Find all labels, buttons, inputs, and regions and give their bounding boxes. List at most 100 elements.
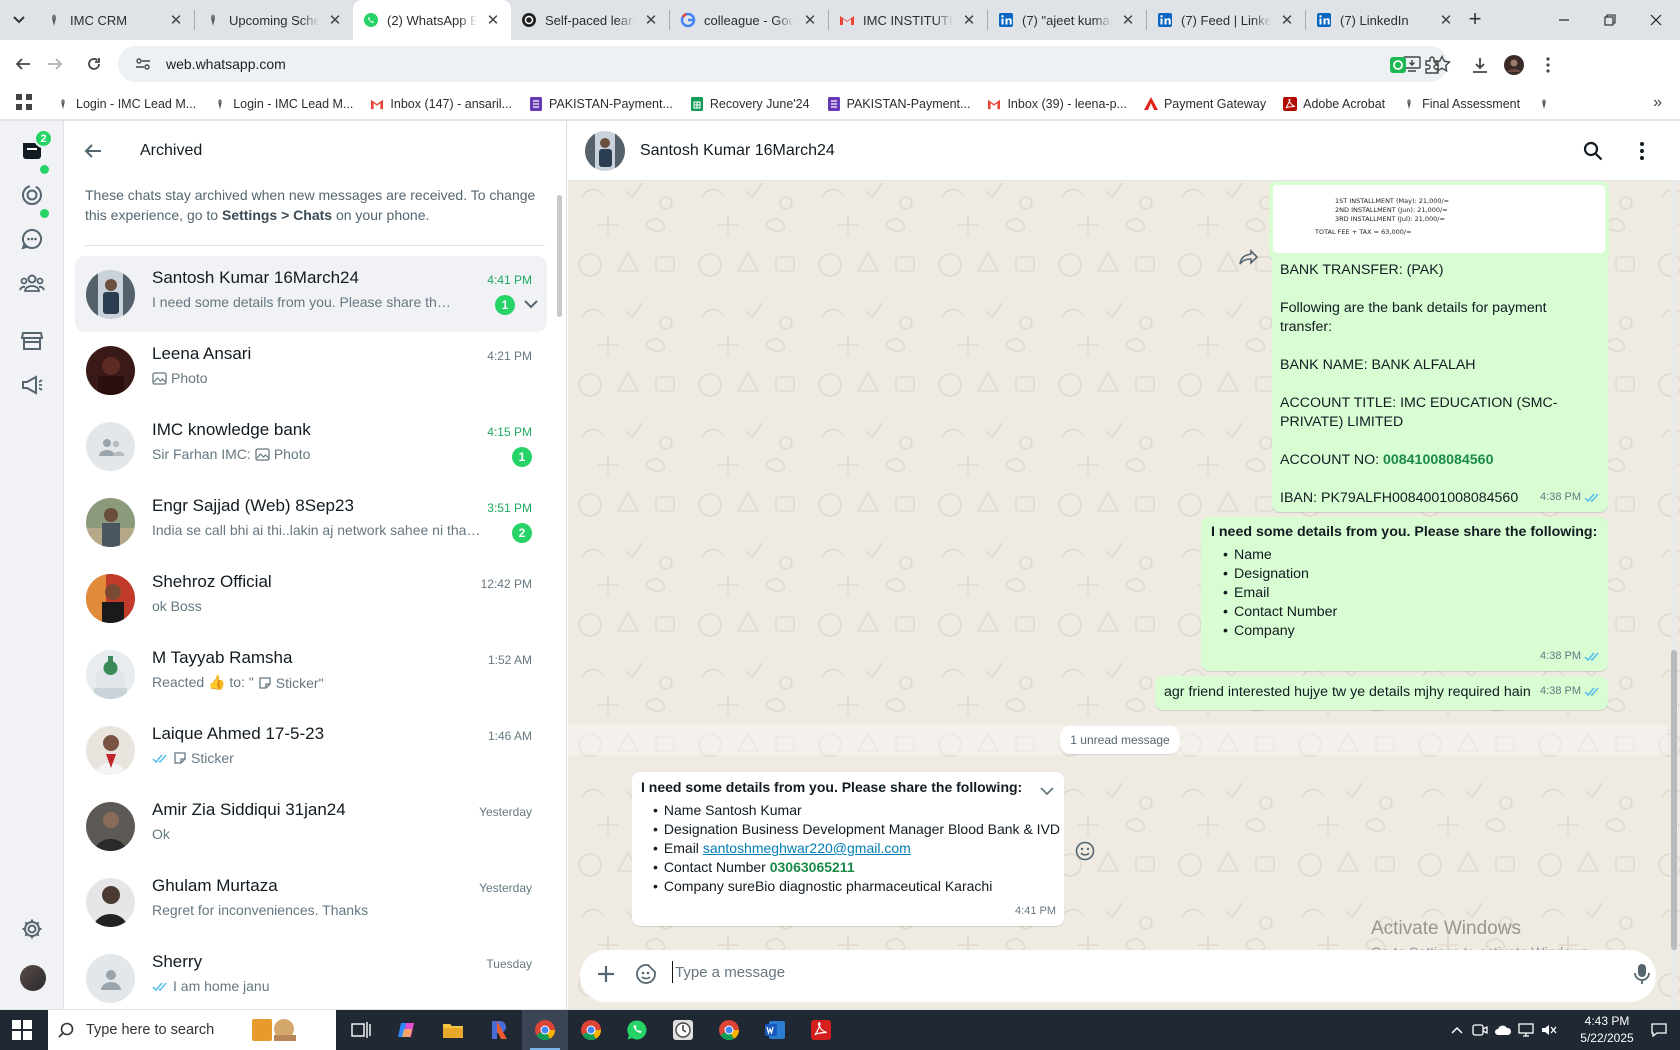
- back-arrow-icon[interactable]: [84, 143, 114, 159]
- close-tab-icon[interactable]: ✕: [643, 11, 659, 29]
- attach-plus-icon[interactable]: [594, 962, 618, 986]
- tray-overflow-icon[interactable]: [1448, 1021, 1466, 1039]
- chat-list-scrollbar[interactable]: [557, 195, 562, 317]
- bookmark-item[interactable]: Inbox (147) - ansaril...: [370, 97, 512, 111]
- microphone-icon[interactable]: [1630, 962, 1654, 986]
- email-link[interactable]: santoshmeghwar220@gmail.com: [703, 840, 911, 856]
- downloads-icon[interactable]: [1468, 53, 1492, 77]
- chevron-down-icon[interactable]: [524, 296, 542, 312]
- browser-menu-icon[interactable]: [1536, 53, 1560, 77]
- account-number[interactable]: 00841008084560: [1383, 452, 1493, 468]
- bookmark-item[interactable]: PAKISTAN-Payment...: [827, 96, 970, 111]
- contact-avatar[interactable]: [585, 130, 625, 171]
- react-emoji-button[interactable]: [1072, 838, 1098, 864]
- bookmark-item[interactable]: Final Assessment: [1402, 97, 1520, 111]
- close-tab-icon[interactable]: ✕: [961, 11, 977, 29]
- incoming-details-message[interactable]: I need some details from you. Please sha…: [632, 772, 1064, 926]
- forward-button[interactable]: [40, 50, 70, 78]
- volume-muted-icon[interactable]: [1540, 1021, 1558, 1039]
- sticker-emoji-icon[interactable]: [634, 962, 658, 986]
- chrome-taskbar-app-active[interactable]: [522, 1010, 568, 1050]
- bookmark-item[interactable]: Login - IMC Lead M...: [213, 97, 353, 111]
- clock-taskbar-app[interactable]: [660, 1010, 706, 1050]
- whatsapp-taskbar-app[interactable]: [614, 1010, 660, 1050]
- chrome-taskbar-app[interactable]: [568, 1010, 614, 1050]
- notifications-icon[interactable]: [1650, 1021, 1668, 1039]
- bookmark-item[interactable]: Login - IMC Lead M...: [56, 97, 196, 111]
- close-tab-icon[interactable]: ✕: [485, 11, 501, 29]
- bookmark-item[interactable]: Payment Gateway: [1143, 97, 1266, 111]
- tab-search-button[interactable]: [6, 8, 32, 32]
- copilot-taskbar-app[interactable]: [384, 1010, 430, 1050]
- apps-grid-icon[interactable]: [16, 94, 38, 113]
- bookmark-item[interactable]: Adobe Acrobat: [1283, 96, 1385, 111]
- browser-tab[interactable]: (7) Feed | LinkedIn ✕: [1147, 0, 1305, 40]
- close-tab-icon[interactable]: ✕: [1120, 11, 1136, 29]
- taskbar-clock[interactable]: 4:43 PM 5/22/2025: [1568, 1013, 1646, 1047]
- bank-details-message[interactable]: BANK TRANSFER: (PAK) Following are the b…: [1272, 257, 1608, 512]
- browser-tab[interactable]: (7) LinkedIn ✕: [1306, 0, 1464, 40]
- close-window-button[interactable]: [1630, 0, 1680, 40]
- bookmarks-overflow-icon[interactable]: »: [1653, 94, 1662, 112]
- browser-tab[interactable]: (7) "ajeet kumar" ✕: [988, 0, 1146, 40]
- meet-now-icon[interactable]: [1471, 1021, 1489, 1039]
- chat-list-item[interactable]: Laique Ahmed 17-5-23 1:46 AM Sticker: [75, 712, 547, 788]
- settings-button[interactable]: [14, 911, 50, 947]
- profile-avatar[interactable]: [1502, 53, 1526, 77]
- chat-list-item[interactable]: IMC knowledge bank 4:15 PM Sir Farhan IM…: [75, 408, 547, 484]
- close-tab-icon[interactable]: ✕: [1438, 11, 1454, 29]
- chat-list-item[interactable]: M Tayyab Ramsha 1:52 AM Reacted 👍 to: " …: [75, 636, 547, 712]
- chevron-down-icon[interactable]: [1040, 782, 1054, 801]
- fee-structure-image[interactable]: 1ST INSTALLMENT (May): 21,000/= 2ND INST…: [1273, 185, 1605, 253]
- message-input[interactable]: [672, 961, 1572, 983]
- onedrive-icon[interactable]: [1494, 1021, 1512, 1039]
- new-tab-button[interactable]: +: [1462, 8, 1488, 32]
- search-icon[interactable]: [1581, 139, 1605, 163]
- close-tab-icon[interactable]: ✕: [1279, 11, 1295, 29]
- browser-tab[interactable]: Upcoming Schedule ✕: [195, 0, 353, 40]
- forward-message-button[interactable]: [1234, 242, 1264, 272]
- chat-list-item[interactable]: Ghulam Murtaza Yesterday Regret for inco…: [75, 864, 547, 940]
- back-button[interactable]: [8, 50, 38, 78]
- restore-window-button[interactable]: [1584, 0, 1636, 40]
- chrome-taskbar-app[interactable]: [706, 1010, 752, 1050]
- windows-start-icon[interactable]: [12, 1020, 32, 1040]
- extension-green-icon[interactable]: [1386, 53, 1410, 77]
- browser-tab[interactable]: Self-paced learning ✕: [511, 0, 669, 40]
- channels-button[interactable]: [14, 221, 50, 257]
- close-tab-icon[interactable]: ✕: [327, 11, 343, 29]
- chat-list-item[interactable]: Engr Sajjad (Web) 8Sep23 3:51 PM India s…: [75, 484, 547, 560]
- taskbar-app[interactable]: [476, 1010, 522, 1050]
- bookmark-item[interactable]: Inbox (39) - leena-p...: [987, 97, 1127, 111]
- status-button[interactable]: [14, 177, 50, 213]
- catalog-button[interactable]: [14, 323, 50, 359]
- chat-list-item[interactable]: Leena Ansari 4:21 PM Photo: [75, 332, 547, 408]
- communities-button[interactable]: [14, 265, 50, 301]
- browser-tab[interactable]: colleague - Google ✕: [670, 0, 828, 40]
- contact-name[interactable]: Santosh Kumar 16March24: [640, 142, 835, 160]
- file-explorer-taskbar-app[interactable]: [430, 1010, 476, 1050]
- extensions-puzzle-icon[interactable]: [1420, 53, 1444, 77]
- chat-list-item[interactable]: Shehroz Official 12:42 PM ok Boss: [75, 560, 547, 636]
- short-message[interactable]: agr friend interested hujye tw ye detail…: [1155, 676, 1608, 710]
- site-settings-icon[interactable]: [128, 57, 158, 71]
- browser-tab[interactable]: IMC INSTITUTE | ✕: [829, 0, 987, 40]
- conversation-header[interactable]: Santosh Kumar 16March24: [568, 121, 1680, 181]
- address-bar[interactable]: web.whatsapp.com: [118, 46, 1451, 82]
- bookmark-item[interactable]: PAKISTAN-Payment...: [529, 96, 673, 111]
- bookmark-item[interactable]: [1537, 97, 1551, 111]
- conversation-scrollbar[interactable]: [1671, 180, 1677, 1008]
- network-icon[interactable]: [1517, 1021, 1535, 1039]
- chat-list-item[interactable]: Amir Zia Siddiqui 31jan24 Yesterday Ok: [75, 788, 547, 864]
- advertise-button[interactable]: [14, 367, 50, 403]
- word-taskbar-app[interactable]: [752, 1010, 798, 1050]
- acrobat-taskbar-app[interactable]: [798, 1010, 844, 1050]
- reload-button[interactable]: [79, 50, 109, 78]
- close-tab-icon[interactable]: ✕: [168, 11, 184, 29]
- phone-number[interactable]: 03063065211: [770, 859, 855, 875]
- browser-tab[interactable]: IMC CRM ✕: [36, 0, 194, 40]
- task-view-button[interactable]: [338, 1010, 384, 1050]
- conversation-scrollbar-thumb[interactable]: [1671, 650, 1677, 950]
- close-tab-icon[interactable]: ✕: [802, 11, 818, 29]
- bookmark-item[interactable]: Recovery June'24: [690, 96, 810, 111]
